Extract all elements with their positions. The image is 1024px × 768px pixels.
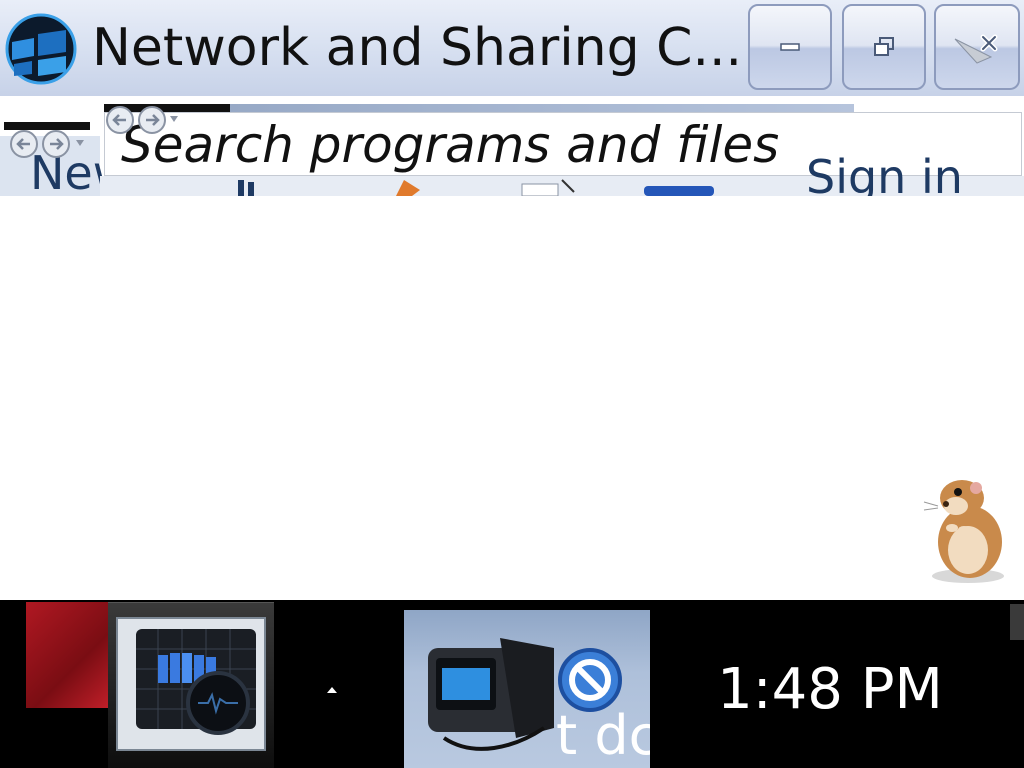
show-hidden-icons-icon[interactable] — [320, 678, 344, 702]
taskbar-app-equalizer[interactable] — [108, 602, 274, 768]
window-title: Network and Sharing C... — [92, 18, 742, 78]
taskbar-clock[interactable]: 1:48 PM — [700, 658, 960, 722]
minimize-button[interactable] — [748, 4, 832, 90]
window-titlebar[interactable]: Network and Sharing C... — [0, 0, 1024, 97]
close-icon — [936, 6, 1018, 88]
address-strip-fill — [230, 104, 854, 112]
toolbar: New Search programs and files Sign in — [0, 96, 1024, 196]
start-tile[interactable] — [26, 602, 110, 708]
show-desktop-button[interactable] — [1010, 604, 1024, 640]
minimize-icon — [750, 6, 830, 88]
screen: Network and Sharing C... New Search prog… — [0, 0, 1024, 768]
restore-button[interactable] — [842, 4, 926, 90]
nav-buttons[interactable] — [4, 122, 96, 158]
network-center-icon — [4, 12, 78, 86]
restore-icon — [844, 6, 924, 88]
sign-in-link[interactable]: Sign in — [806, 152, 963, 196]
nav-buttons-overlay[interactable] — [104, 102, 184, 138]
close-button[interactable] — [934, 4, 1020, 90]
hamster-icon[interactable] — [918, 476, 1010, 584]
taskbar-app-label: t dc — [556, 704, 650, 767]
search-placeholder: Search programs and files — [121, 116, 780, 174]
main-content — [0, 196, 1024, 600]
taskbar: t dc 1:48 PM — [0, 600, 1024, 768]
equalizer-app-icon — [116, 617, 266, 751]
taskbar-app-camcorder[interactable]: t dc — [404, 610, 650, 768]
